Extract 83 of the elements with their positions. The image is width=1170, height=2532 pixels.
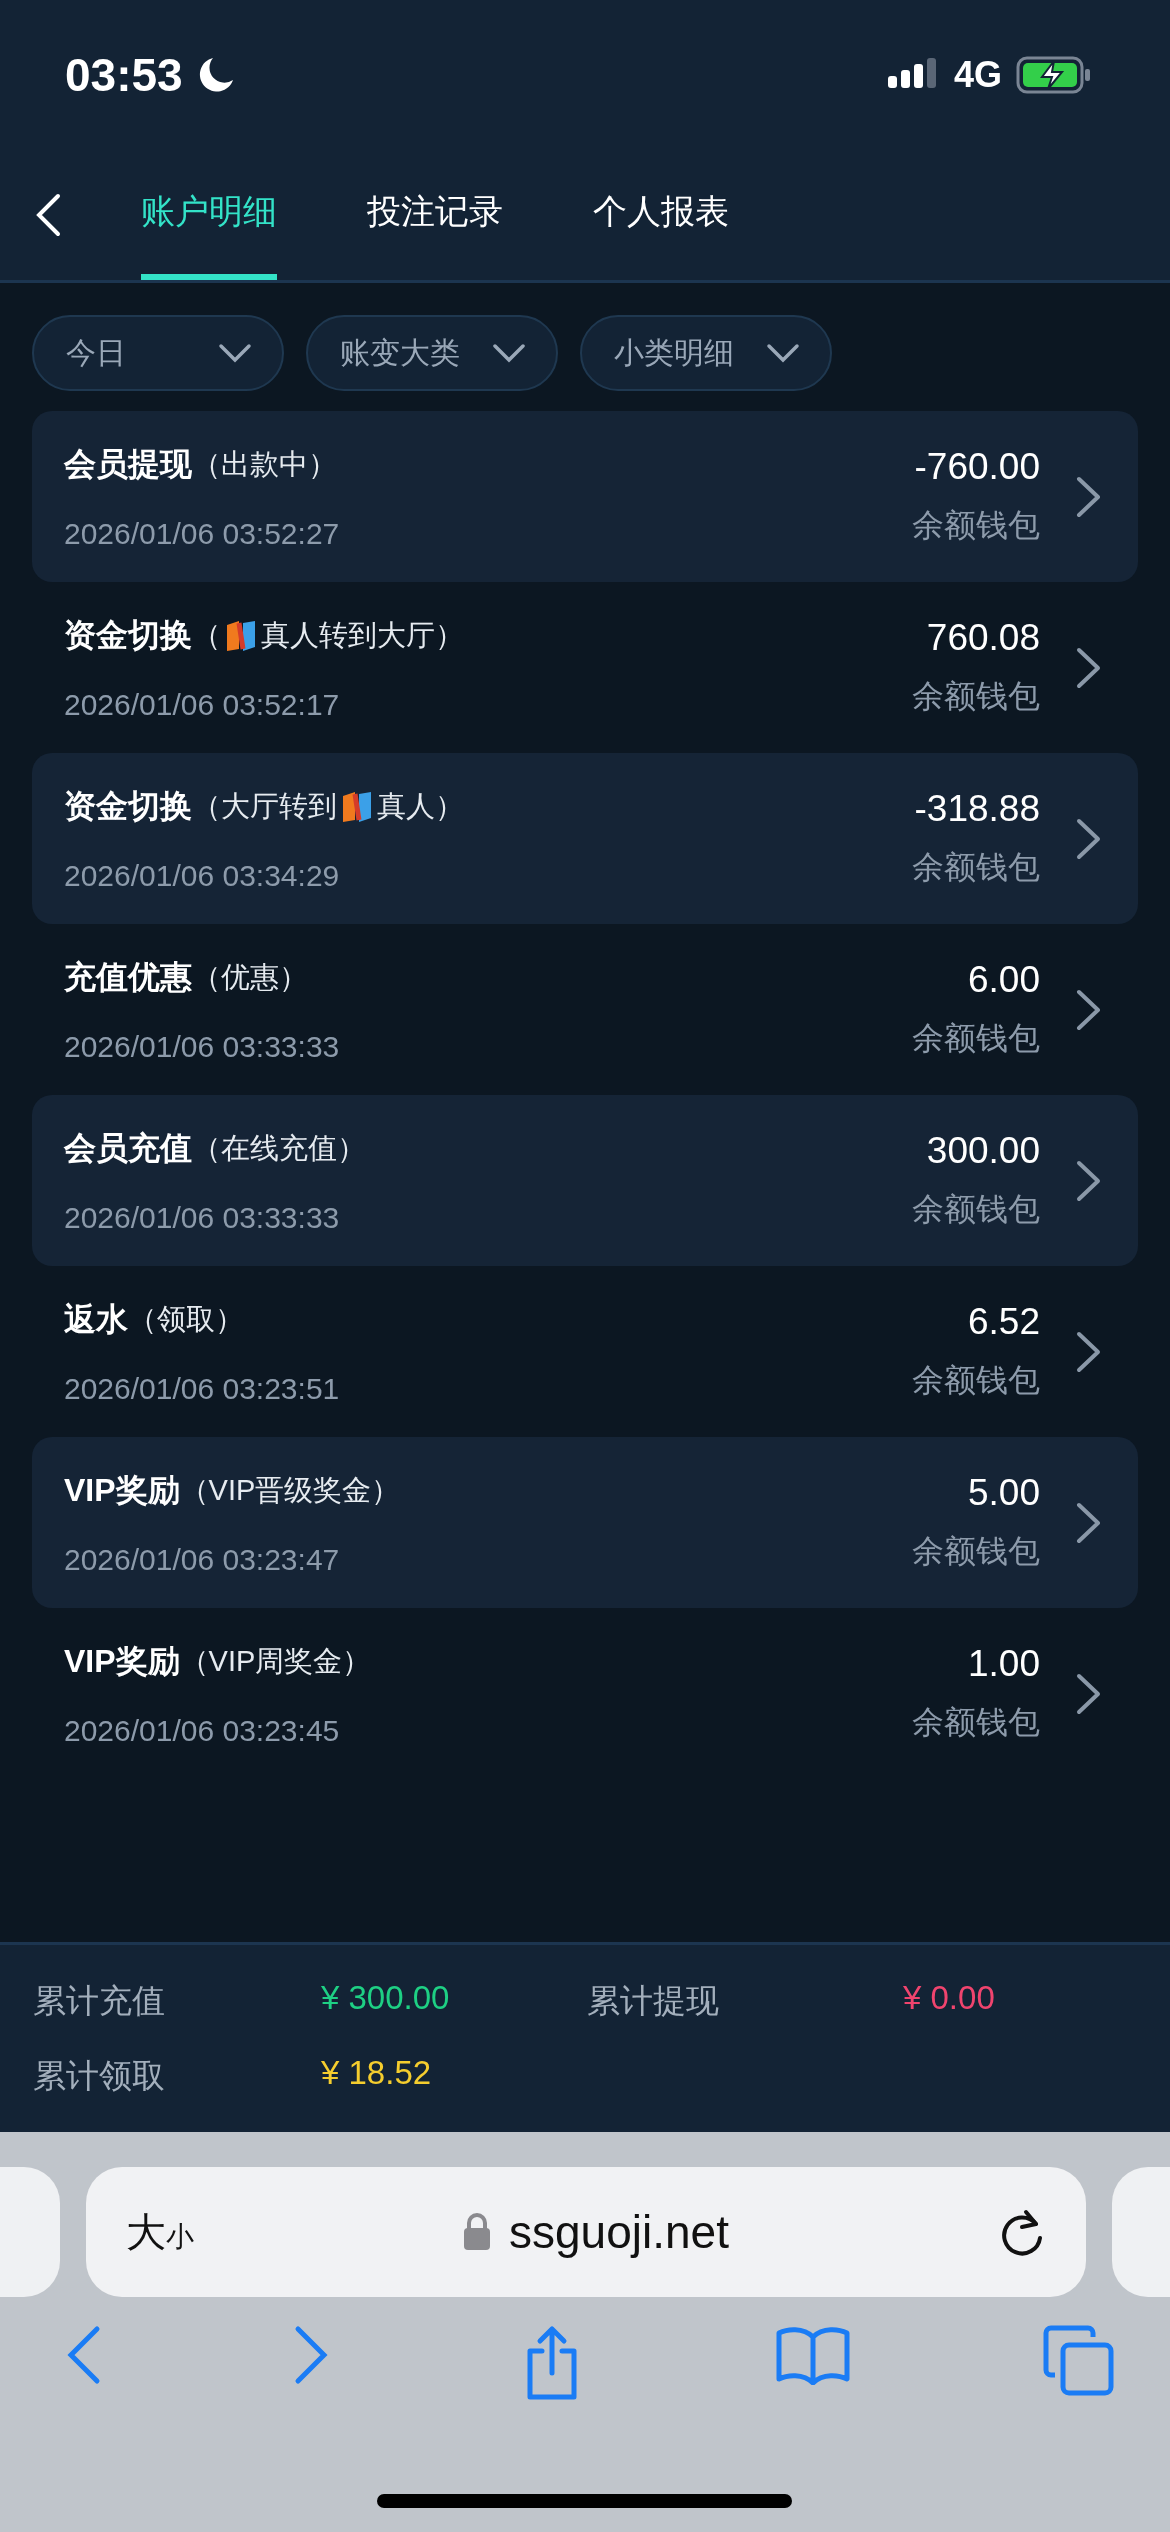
record-title: VIP奖励 [64,1470,180,1510]
record-detail: （出款中） [192,446,337,482]
record-amount: -318.88 [914,787,1040,830]
record-time: 2026/01/06 03:34:29 [64,858,341,893]
record-time: 2026/01/06 03:23:47 [64,1542,341,1577]
chevron-right-icon [1076,1330,1102,1373]
record-title: 返水 [64,1299,128,1339]
record-title: 资金切换 [64,786,192,826]
filter-dropdown[interactable]: 今日 [32,315,284,391]
record-detail: （ [192,617,221,653]
record-time: 2026/01/06 03:23:45 [64,1713,341,1748]
record-title: VIP奖励 [64,1641,180,1681]
record-detail: （优惠） [192,959,308,995]
status-time: 03:53 [65,48,183,102]
summary-label: 累计领取 [33,2055,166,2096]
wallet-label: 余额钱包 [912,1360,1040,1400]
record-amount: 5.00 [968,1471,1040,1514]
record-time: 2026/01/06 03:52:27 [64,516,341,551]
record-detail: （大厅转到 [192,788,337,824]
record-title: 会员提现 [64,444,192,484]
wallet-label: 余额钱包 [912,1702,1040,1742]
text-size-button[interactable]: 大小 [126,2204,194,2260]
back-icon [35,193,61,237]
record-title: 充值优惠 [64,957,192,997]
tab[interactable]: 个人报表 [593,150,729,280]
record-row[interactable]: 会员提现（出款中） 2026/01/06 03:52:27 -760.00 余额钱包 [32,411,1138,582]
record-row[interactable]: 资金切换（大厅转到 真人） 2026/01/06 03:34:29 -318.88 余额钱包 [32,753,1138,924]
record-time: 2026/01/06 03:52:17 [64,687,341,722]
wallet-label: 余额钱包 [912,1018,1040,1058]
record-detail: （领取） [128,1301,244,1337]
wallet-label: 余额钱包 [912,676,1040,716]
wallet-label: 余额钱包 [912,1531,1040,1571]
chevron-down-icon [492,343,526,363]
network-label: 4G [953,54,1002,96]
record-amount: 6.52 [968,1300,1040,1343]
record-row[interactable]: VIP奖励（VIP周奖金） 2026/01/06 03:23:45 1.00 余额钱包 [32,1608,1138,1779]
logo-icon [225,618,257,653]
record-row[interactable]: 充值优惠（优惠） 2026/01/06 03:33:33 6.00 余额钱包 [32,924,1138,1095]
filter-dropdown[interactable]: 账变大类 [306,315,558,391]
record-row[interactable]: 资金切换（ 真人转到大厅） 2026/01/06 03:52:17 760.08 余额钱包 [32,582,1138,753]
url-text: ssguoji.net [509,2205,729,2259]
tab[interactable]: 账户明细 [141,150,277,280]
chevron-right-icon [1076,475,1102,518]
chevron-right-icon [1076,1672,1102,1715]
record-detail: （在线充值） [192,1130,366,1166]
chevron-down-icon [218,343,252,363]
record-amount: 1.00 [968,1642,1040,1685]
battery-icon [1016,55,1092,95]
wallet-label: 余额钱包 [912,847,1040,887]
record-row[interactable]: 会员充值（在线充值） 2026/01/06 03:33:33 300.00 余额钱包 [32,1095,1138,1266]
record-amount: -760.00 [914,445,1040,488]
tab[interactable]: 投注记录 [367,150,503,280]
summary-value: ¥ 300.00 [321,1978,451,2018]
chevron-right-icon [1076,988,1102,1031]
chevron-down-icon [766,343,800,363]
wallet-label: 余额钱包 [912,505,1040,545]
chevron-right-icon [1076,1159,1102,1202]
chevron-right-icon [1076,817,1102,860]
record-detail: 真人转到大厅） [261,617,464,653]
record-time: 2026/01/06 03:23:51 [64,1371,341,1406]
record-detail: 真人） [377,788,464,824]
record-amount: 6.00 [968,958,1040,1001]
wallet-label: 余额钱包 [912,1189,1040,1229]
lock-icon [463,2213,492,2251]
filter-dropdown[interactable]: 小类明细 [580,315,832,391]
summary-label: 累计提现 [587,1980,720,2021]
logo-icon [341,789,373,824]
record-row[interactable]: VIP奖励（VIP晋级奖金） 2026/01/06 03:23:47 5.00 余额钱包 [32,1437,1138,1608]
record-title: 资金切换 [64,615,192,655]
address-bar[interactable]: 大小 ssguoji.net [86,2167,1086,2297]
record-title: 会员充值 [64,1128,192,1168]
chevron-right-icon [1076,646,1102,689]
record-amount: 300.00 [926,1129,1040,1172]
record-detail: （VIP晋级奖金） [179,1472,401,1508]
summary-value: ¥ 18.52 [321,2053,433,2093]
record-time: 2026/01/06 03:33:33 [64,1200,341,1235]
record-row[interactable]: 返水（领取） 2026/01/06 03:23:51 6.52 余额钱包 [32,1266,1138,1437]
chevron-right-icon [1076,1501,1102,1544]
record-time: 2026/01/06 03:33:33 [64,1029,341,1064]
record-detail: （VIP周奖金） [179,1643,372,1679]
summary-value: ¥ 0.00 [903,1978,996,2018]
record-amount: 760.08 [926,616,1040,659]
summary-label: 累计充值 [33,1980,166,2021]
